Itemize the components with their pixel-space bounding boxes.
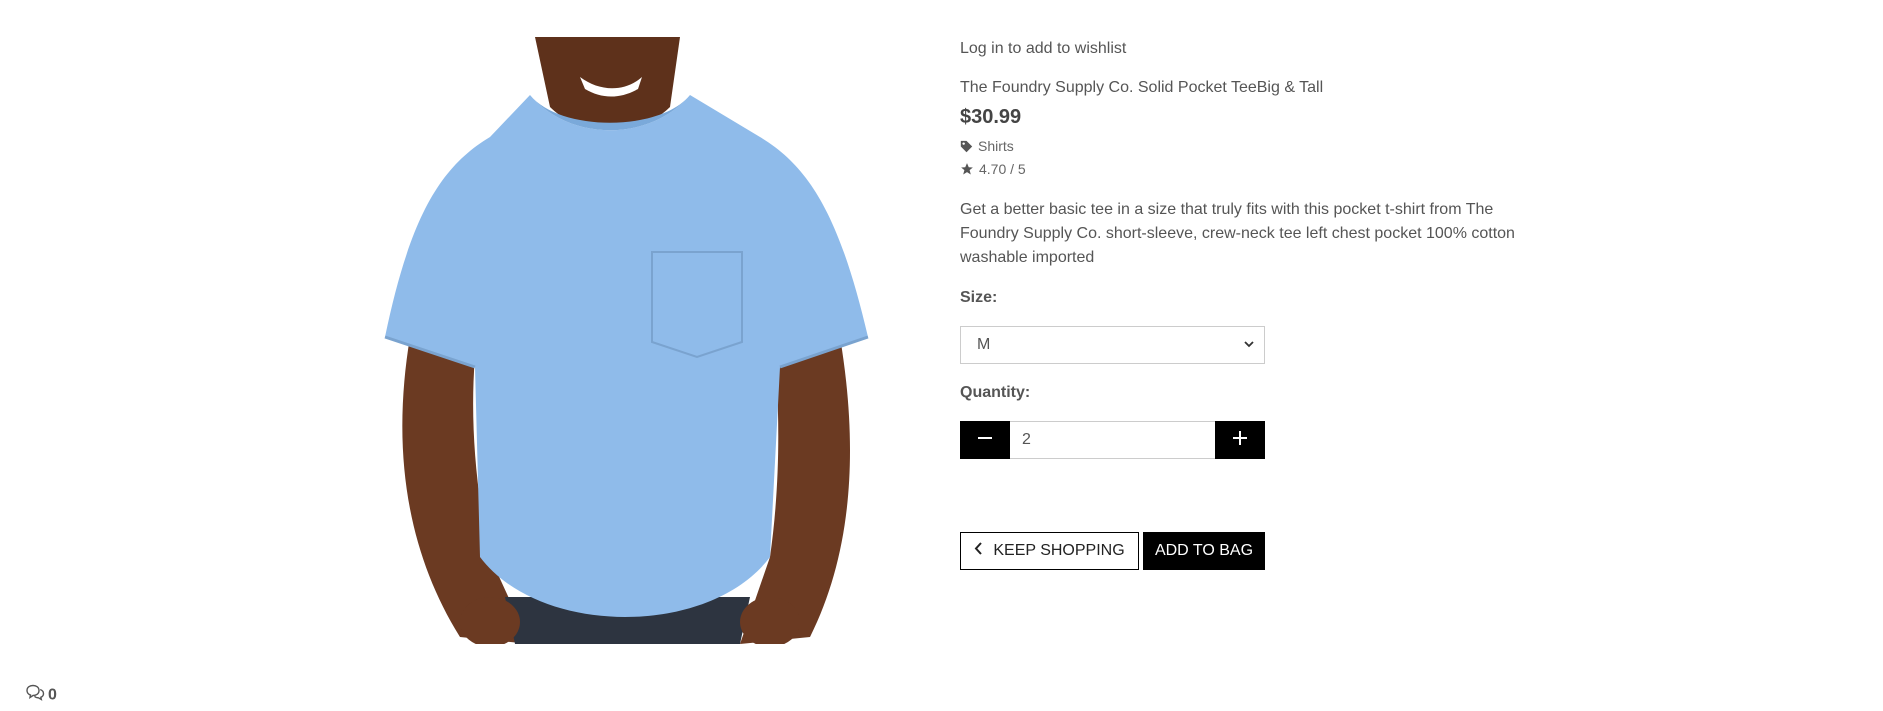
comments-toggle[interactable]: 0	[25, 684, 57, 707]
quantity-stepper: 2	[960, 421, 1265, 459]
keep-shopping-button[interactable]: KEEP SHOPPING	[960, 532, 1139, 570]
star-icon	[960, 162, 974, 176]
quantity-label: Quantity:	[960, 384, 1031, 401]
speech-bubbles-icon	[25, 684, 45, 707]
chevron-left-icon	[974, 542, 983, 560]
keep-shopping-label: KEEP SHOPPING	[993, 542, 1125, 559]
add-to-bag-button[interactable]: ADD TO BAG	[1143, 532, 1265, 570]
product-actions: KEEP SHOPPING ADD TO BAG	[960, 532, 1265, 570]
quantity-input[interactable]: 2	[1010, 421, 1215, 459]
minus-icon	[978, 431, 992, 450]
tag-icon	[960, 140, 973, 153]
plus-icon	[1233, 430, 1247, 450]
size-select[interactable]: M	[960, 326, 1265, 364]
wishlist-login-link[interactable]: Log in to add to wishlist	[960, 38, 1126, 60]
product-page: Log in to add to wishlist The Foundry Su…	[0, 0, 1883, 711]
size-selected-value: M	[977, 336, 991, 353]
decrement-button[interactable]	[960, 421, 1010, 459]
size-label: Size:	[960, 289, 998, 306]
product-description: Get a better basic tee in a size that tr…	[960, 201, 1515, 266]
increment-button[interactable]	[1215, 421, 1265, 459]
category-label[interactable]: Shirts	[978, 138, 1014, 154]
product-info: Log in to add to wishlist The Foundry Su…	[960, 38, 1560, 570]
chevron-down-icon	[1244, 336, 1254, 354]
product-category: Shirts	[960, 138, 1014, 154]
comments-count: 0	[48, 686, 57, 703]
product-price: $30.99	[960, 106, 1022, 128]
rating-value: 4.70 / 5	[979, 161, 1026, 177]
product-photo	[380, 37, 870, 644]
product-name: The Foundry Supply Co. Solid Pocket TeeB…	[960, 79, 1324, 96]
product-rating: 4.70 / 5	[960, 161, 1026, 177]
